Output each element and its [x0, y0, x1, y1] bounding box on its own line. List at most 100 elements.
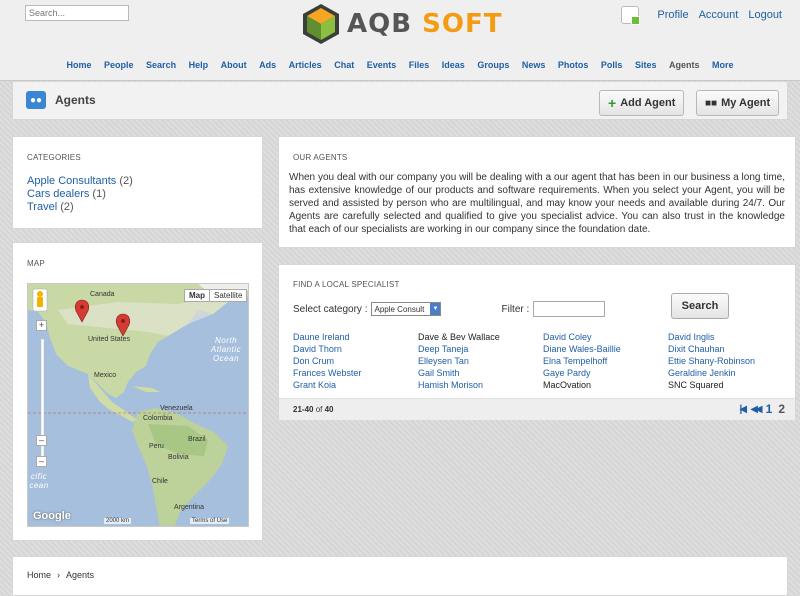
- map-terms-link[interactable]: Terms of Use: [190, 518, 230, 524]
- map-label-venezuela: Venezuela: [160, 405, 193, 412]
- account-link[interactable]: Account: [699, 9, 739, 21]
- specialist-link[interactable]: Gaye Pardy: [543, 367, 668, 379]
- categories-list: Apple Consultants (2) Cars dealers (1) T…: [27, 175, 133, 214]
- map-type-map-button[interactable]: Map: [185, 290, 210, 301]
- map-label-colombia: Colombia: [143, 415, 173, 422]
- logout-link[interactable]: Logout: [748, 9, 782, 21]
- our-agents-panel: OUR AGENTS When you deal with our compan…: [278, 136, 796, 248]
- specialist-link[interactable]: Elna Tempelhoff: [543, 355, 668, 367]
- our-agents-description: When you deal with our company you will …: [289, 172, 785, 235]
- site-logo[interactable]: AQB SOFT: [299, 2, 502, 46]
- add-agent-button[interactable]: + Add Agent: [599, 90, 685, 116]
- map-label-north-atlantic: North Atlantic Ocean: [210, 336, 242, 363]
- nav-articles[interactable]: Articles: [289, 60, 322, 70]
- logo-text-soft: SOFT: [422, 9, 503, 39]
- breadcrumb-home[interactable]: Home: [27, 570, 51, 580]
- page-1-link[interactable]: 1: [766, 402, 773, 416]
- breadcrumb: Home › Agents: [27, 570, 94, 580]
- plus-icon: +: [608, 95, 617, 111]
- zoom-out-button[interactable]: –: [36, 456, 47, 467]
- map-type-satellite-button[interactable]: Satellite: [210, 290, 246, 301]
- specialist-link[interactable]: Gail Smith: [418, 367, 543, 379]
- filter-input[interactable]: [533, 301, 606, 317]
- category-select[interactable]: Apple Consult ▼: [371, 302, 442, 316]
- specialist-link[interactable]: David Coley: [543, 331, 668, 343]
- specialist-link[interactable]: Don Crum: [293, 355, 418, 367]
- first-page-icon[interactable]: |◀: [740, 404, 747, 415]
- breadcrumb-separator: ›: [57, 570, 61, 580]
- nav-more[interactable]: More: [712, 60, 734, 70]
- nav-help[interactable]: Help: [189, 60, 209, 70]
- zoom-control-bottom: –: [36, 456, 48, 467]
- specialist-link[interactable]: Geraldine Jenkin: [668, 367, 778, 379]
- nav-chat[interactable]: Chat: [334, 60, 354, 70]
- agents-group-icon: ●●: [26, 91, 46, 109]
- category-count: (2): [60, 201, 74, 213]
- zoom-slider-handle[interactable]: –: [36, 435, 48, 446]
- my-agent-button[interactable]: ■■ My Agent: [696, 90, 780, 116]
- specialist-link[interactable]: MacOvation: [543, 379, 668, 391]
- page-title-bar: ●● Agents + Add Agent ■■ My Agent: [12, 82, 788, 120]
- nav-events[interactable]: Events: [367, 60, 397, 70]
- specialist-link[interactable]: Elleysen Tan: [418, 355, 543, 367]
- nav-home[interactable]: Home: [66, 60, 91, 70]
- category-label: Apple Consultants: [27, 175, 117, 187]
- map-label-bolivia: Bolivia: [168, 454, 189, 461]
- zoom-in-button[interactable]: +: [36, 320, 47, 331]
- map-type-control: Map Satellite: [184, 289, 248, 302]
- specialist-link[interactable]: Grant Koia: [293, 379, 418, 391]
- map-scale: 2000 km: [104, 518, 132, 524]
- our-agents-heading: OUR AGENTS: [293, 153, 348, 162]
- top-header: AQB SOFT Profile Account Logout Home Peo…: [0, 0, 800, 81]
- google-logo: Google: [33, 510, 71, 522]
- map-panel: MAP Map Satellite + – – Canada United St…: [12, 242, 263, 541]
- search-button[interactable]: Search: [671, 293, 729, 319]
- nav-about[interactable]: About: [221, 60, 247, 70]
- nav-news[interactable]: News: [522, 60, 546, 70]
- nav-polls[interactable]: Polls: [601, 60, 623, 70]
- google-map[interactable]: Map Satellite + – – Canada United States…: [27, 283, 249, 527]
- user-avatar[interactable]: [621, 6, 641, 25]
- specialist-link[interactable]: Ettie Shany-Robinson: [668, 355, 778, 367]
- nav-people[interactable]: People: [104, 60, 134, 70]
- category-count: (2): [119, 175, 133, 187]
- nav-sites[interactable]: Sites: [635, 60, 657, 70]
- specialist-link[interactable]: David Inglis: [668, 331, 778, 343]
- cube-logo-icon: [303, 4, 339, 44]
- profile-link[interactable]: Profile: [657, 9, 688, 21]
- logo-text-aqb: AQB: [347, 9, 413, 39]
- category-travel[interactable]: Travel (2): [27, 201, 133, 214]
- category-cars-dealers[interactable]: Cars dealers (1): [27, 188, 133, 201]
- nav-groups[interactable]: Groups: [477, 60, 509, 70]
- specialist-link[interactable]: Frances Webster: [293, 367, 418, 379]
- categories-panel: CATEGORIES Apple Consultants (2) Cars de…: [12, 136, 263, 229]
- site-search-input[interactable]: [25, 5, 129, 21]
- find-specialist-panel: FIND A LOCAL SPECIALIST Select category …: [278, 264, 796, 420]
- nav-ads[interactable]: Ads: [259, 60, 276, 70]
- my-agent-label: My Agent: [721, 97, 771, 109]
- footer-breadcrumb-bar: Home › Agents: [12, 556, 788, 596]
- category-label: Cars dealers: [27, 188, 90, 200]
- nav-ideas[interactable]: Ideas: [442, 60, 465, 70]
- users-icon: ■■: [705, 97, 718, 109]
- specialist-link[interactable]: Dixit Chauhan: [668, 343, 778, 355]
- pagination-bar: 21-40 of 40 |◀ ◀◀ 1 2: [279, 398, 795, 420]
- category-apple-consultants[interactable]: Apple Consultants (2): [27, 175, 133, 188]
- nav-photos[interactable]: Photos: [558, 60, 589, 70]
- specialist-link[interactable]: David Thorn: [293, 343, 418, 355]
- specialist-link[interactable]: Daune Ireland: [293, 331, 418, 343]
- breadcrumb-current: Agents: [66, 570, 95, 580]
- nav-files[interactable]: Files: [409, 60, 430, 70]
- specialist-link[interactable]: SNC Squared: [668, 379, 778, 391]
- zoom-handle-icon: –: [36, 435, 47, 446]
- nav-agents[interactable]: Agents: [669, 60, 700, 70]
- specialist-link[interactable]: Diane Wales-Baillie: [543, 343, 668, 355]
- specialist-link[interactable]: Dave & Bev Wallace: [418, 331, 543, 343]
- previous-page-icon[interactable]: ◀◀: [750, 404, 763, 415]
- specialist-link[interactable]: Deep Taneja: [418, 343, 543, 355]
- street-view-pegman-icon[interactable]: [32, 288, 48, 312]
- category-count: (1): [92, 188, 106, 200]
- nav-search[interactable]: Search: [146, 60, 176, 70]
- map-heading: MAP: [27, 259, 45, 268]
- specialist-link[interactable]: Hamish Morison: [418, 379, 543, 391]
